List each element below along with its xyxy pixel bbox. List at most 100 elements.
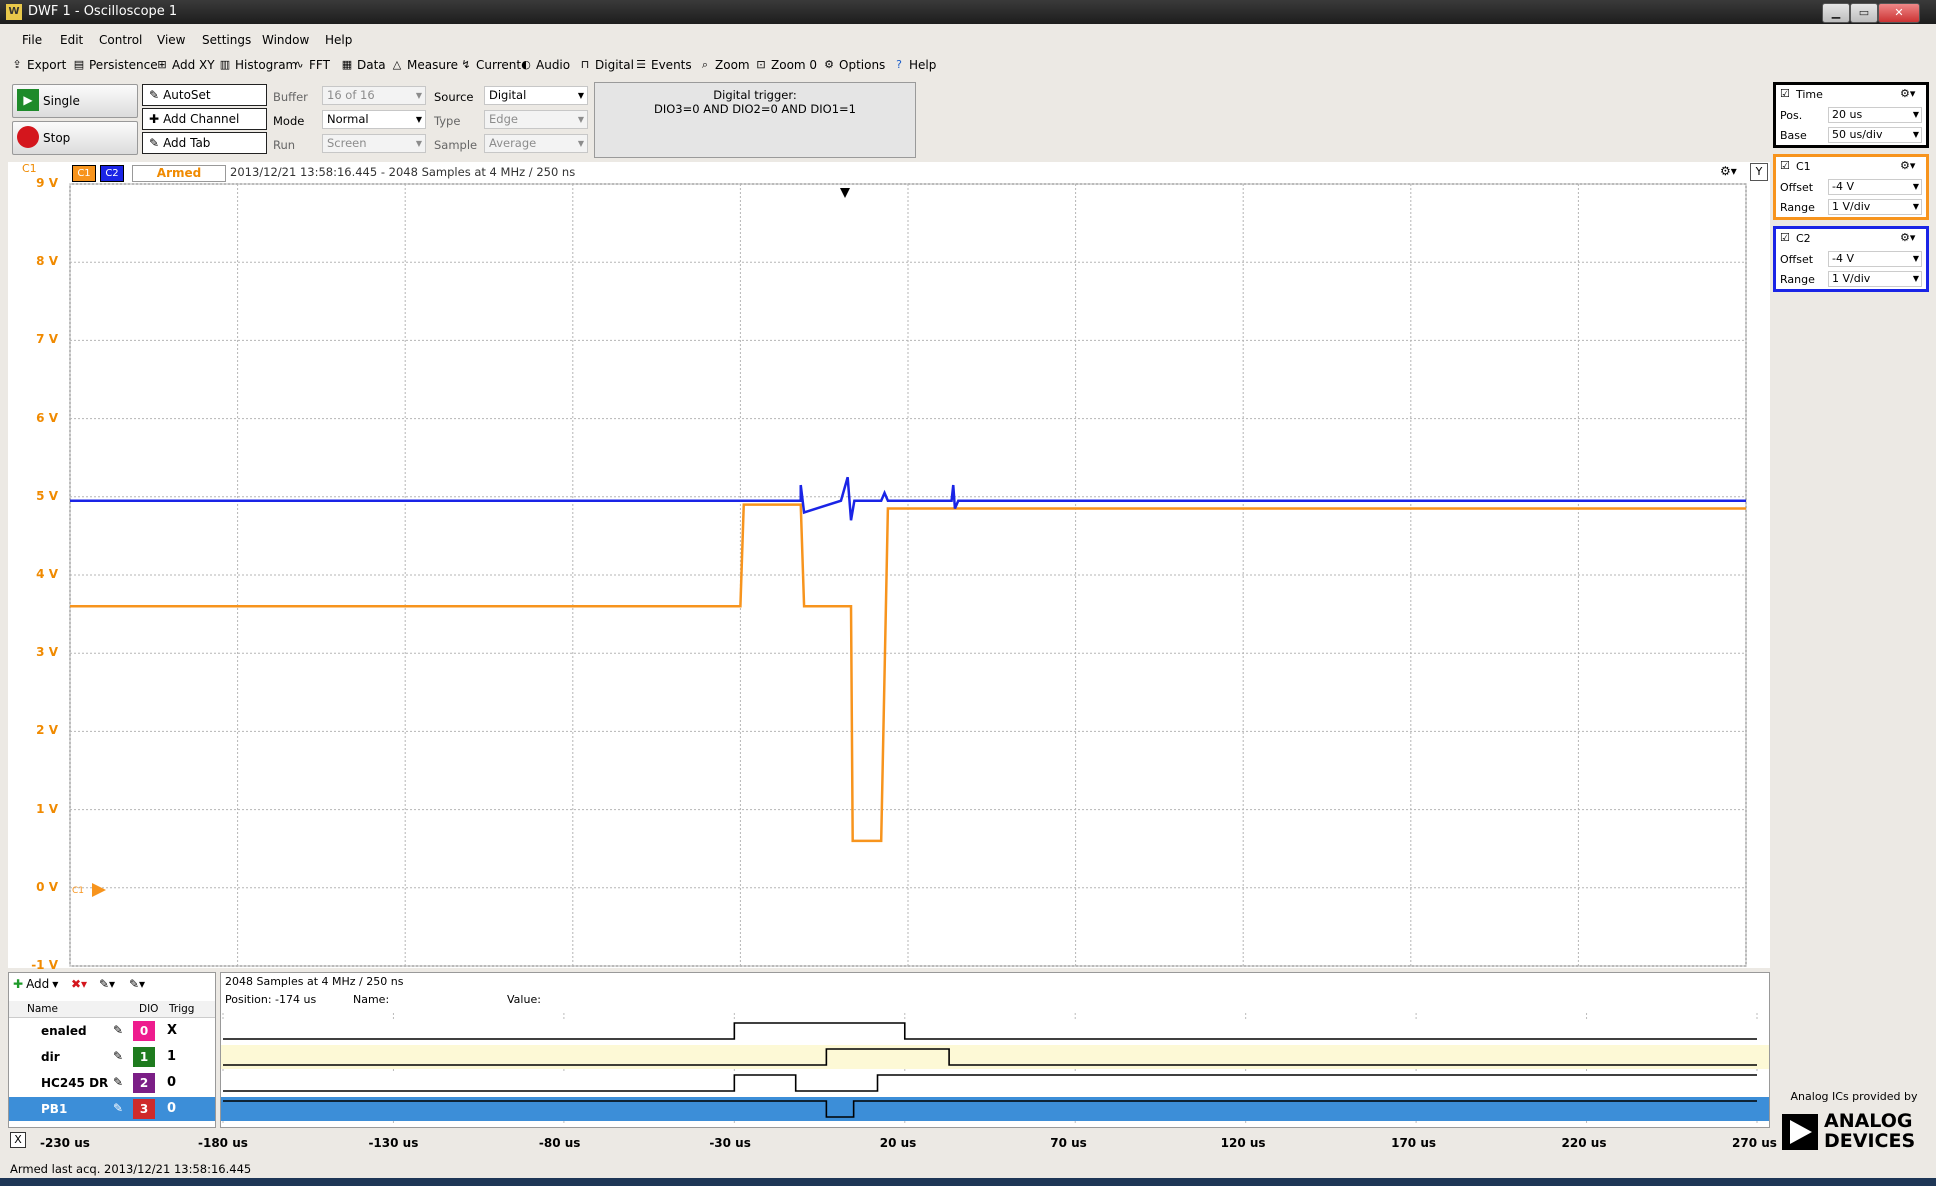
source-select[interactable]: Digital ▼: [484, 86, 588, 105]
c1-checkbox[interactable]: ☑: [1780, 159, 1790, 172]
y-tick-label: 4 V: [36, 567, 58, 581]
maximize-button[interactable]: ▭: [1850, 3, 1878, 23]
window-title: DWF 1 - Oscilloscope 1: [28, 4, 178, 19]
control-panel: ▶ Single Stop ✎ AutoSet ✚ Add Channel ✎ Add…: [0, 80, 1936, 160]
chevron-down-icon: ▼: [1912, 254, 1919, 263]
y-axis-button[interactable]: Y: [1750, 163, 1768, 181]
mode-select[interactable]: Normal ▼: [322, 110, 426, 129]
y-tick-label: 5 V: [36, 488, 58, 503]
digital-button[interactable]: ⊓ Digital: [578, 58, 634, 72]
logic-plot[interactable]: 2048 Samples at 4 MHz / 250 ns Position:…: [220, 972, 1770, 1128]
add-channel-button[interactable]: ✚ Add Channel: [142, 108, 267, 130]
menu-edit[interactable]: Edit: [60, 33, 83, 47]
close-logic-button[interactable]: X: [10, 1132, 26, 1148]
signal-name: PB1: [41, 1102, 68, 1116]
brand-line2: DEVICES: [1824, 1130, 1916, 1152]
c2-tag[interactable]: C2: [100, 165, 124, 182]
trigger-panel[interactable]: Digital trigger: DIO3=0 AND DIO2=0 AND D…: [594, 82, 916, 158]
signal-row[interactable]: enaled ✎ 0 X: [9, 1019, 215, 1043]
x-tick-label: -30 us: [709, 1136, 751, 1150]
plot-options-icon[interactable]: ⚙▾: [1720, 164, 1737, 178]
menu-bar: File Edit Control View Settings Window H…: [0, 30, 1936, 52]
gear-icon[interactable]: ⚙▾: [1900, 87, 1915, 100]
signal-row[interactable]: HC245 DR ✎ 2 0: [9, 1071, 215, 1095]
options-button[interactable]: ⚙ Options: [822, 58, 885, 72]
add-tab-button[interactable]: ✎ Add Tab: [142, 132, 267, 154]
menu-file[interactable]: File: [22, 33, 42, 47]
pencil-icon[interactable]: ✎: [113, 1049, 123, 1063]
c1-box: ☑ C1 ⚙▾ Offset -4 V ▼ Range 1 V/div ▼: [1773, 154, 1929, 220]
menu-control[interactable]: Control: [99, 33, 142, 47]
pos-field[interactable]: 20 us ▼: [1828, 107, 1922, 123]
zoom-0-button[interactable]: ⊡ Zoom 0: [754, 58, 817, 72]
signal-name: HC245 DR: [41, 1076, 109, 1090]
audio-button[interactable]: ◐ Audio: [519, 58, 570, 72]
current-button[interactable]: ↯ Current: [459, 58, 521, 72]
trigger-value[interactable]: 0: [167, 1075, 176, 1090]
signal-row[interactable]: dir ✎ 1 1: [9, 1045, 215, 1069]
c1-marker-label: C1: [72, 886, 84, 896]
base-field[interactable]: 50 us/div ▼: [1828, 127, 1922, 143]
toolbar: ⇪ Export ▤ Persistence ⊞ Add XY ▥ Histogram …: [0, 54, 1936, 78]
export-button[interactable]: ⇪ Export: [10, 58, 66, 72]
remove-signal-button[interactable]: ✖▾: [71, 977, 87, 991]
base-label: Base: [1780, 129, 1807, 142]
measure-button[interactable]: △ Measure: [390, 58, 458, 72]
c2-range-field[interactable]: 1 V/div ▼: [1828, 271, 1922, 287]
single-button[interactable]: ▶ Single: [12, 84, 138, 118]
col-dio-header: DIO: [139, 1003, 159, 1015]
add-signal-button[interactable]: ✚ Add ▼: [13, 977, 58, 991]
pencil-icon[interactable]: ✎: [113, 1075, 123, 1089]
zoom-button[interactable]: ⌕ Zoom: [698, 58, 750, 72]
sample-select[interactable]: Average ▼: [484, 134, 588, 153]
buffer-select[interactable]: 16 of 16 ▼: [322, 86, 426, 105]
pencil-icon[interactable]: ✎: [113, 1023, 123, 1037]
menu-settings[interactable]: Settings: [202, 33, 251, 47]
c1-tag[interactable]: C1: [72, 165, 96, 182]
play-icon: ▶: [17, 89, 39, 111]
trigger-value[interactable]: 0: [167, 1101, 176, 1116]
c1-range-field[interactable]: 1 V/div ▼: [1828, 199, 1922, 215]
x-tick-label: 20 us: [879, 1136, 917, 1150]
gear-icon[interactable]: ⚙▾: [1900, 159, 1915, 172]
histogram-button[interactable]: ▥ Histogram: [218, 58, 297, 72]
scope-plot[interactable]: C1 C1 C1 C2 Armed 2013/12/21 13:58:16.44…: [8, 162, 1770, 972]
config-signal-button[interactable]: ✎▾: [129, 977, 145, 991]
run-label: Run: [273, 138, 296, 152]
persistence-button[interactable]: ▤ Persistence: [72, 58, 158, 72]
help-button[interactable]: ? Help: [892, 58, 936, 72]
signal-row[interactable]: PB1 ✎ 3 0: [9, 1097, 215, 1121]
offset-label: Offset: [1780, 253, 1814, 266]
menu-help[interactable]: Help: [325, 33, 352, 47]
menu-view[interactable]: View: [157, 33, 185, 47]
trigger-value[interactable]: X: [167, 1023, 177, 1038]
type-select[interactable]: Edge ▼: [484, 110, 588, 129]
events-button[interactable]: ☰ Events: [634, 58, 692, 72]
minimize-button[interactable]: ▁: [1822, 3, 1850, 23]
sample-label: Sample: [434, 138, 478, 152]
data-button[interactable]: ▦ Data: [340, 58, 386, 72]
add-xy-button[interactable]: ⊞ Add XY: [155, 58, 214, 72]
fft-button[interactable]: ∿ FFT: [292, 58, 330, 72]
run-select[interactable]: Screen ▼: [322, 134, 426, 153]
status-text: Armed last acq. 2013/12/21 13:58:16.445: [10, 1162, 252, 1176]
autoset-button[interactable]: ✎ AutoSet: [142, 84, 267, 106]
edit-signal-button[interactable]: ✎▾: [99, 977, 115, 991]
dio-badge: 2: [133, 1073, 155, 1093]
c2-offset-field[interactable]: -4 V ▼: [1828, 251, 1922, 267]
c2-checkbox[interactable]: ☑: [1780, 231, 1790, 244]
time-checkbox[interactable]: ☑: [1780, 87, 1790, 100]
brand-line1: ANALOG: [1824, 1110, 1913, 1132]
c1-offset-field[interactable]: -4 V ▼: [1828, 179, 1922, 195]
gear-icon[interactable]: ⚙▾: [1900, 231, 1915, 244]
chevron-down-icon: ▼: [1912, 274, 1919, 283]
stop-button[interactable]: Stop: [12, 121, 138, 155]
pencil-icon[interactable]: ✎: [113, 1101, 123, 1115]
x-tick-label: 70 us: [1050, 1136, 1087, 1150]
close-button[interactable]: ✕: [1878, 3, 1920, 23]
taskbar: [0, 1178, 1936, 1186]
y-tick-label: 1 V: [36, 801, 58, 816]
trigger-value[interactable]: 1: [167, 1049, 176, 1064]
menu-window[interactable]: Window: [262, 33, 309, 47]
chevron-down-icon: ▼: [52, 979, 59, 989]
